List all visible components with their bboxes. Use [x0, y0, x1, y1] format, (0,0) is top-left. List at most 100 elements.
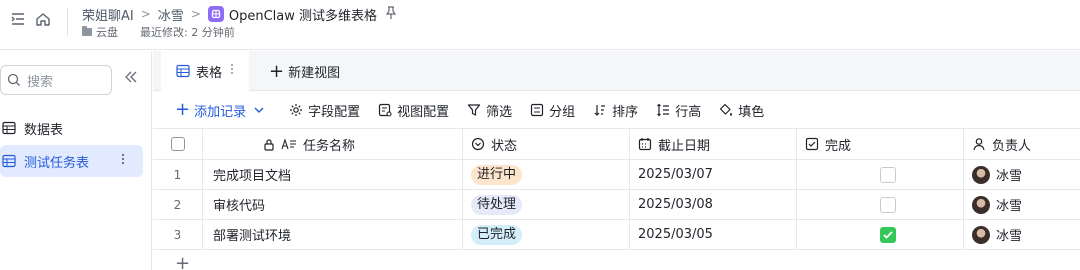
sidebar-item-data-table[interactable]: 数据表 — [0, 112, 143, 144]
breadcrumb-root[interactable]: 荣姐聊AI — [82, 5, 134, 24]
group-button[interactable]: 分组 — [530, 101, 575, 120]
owner-name: 冰雪 — [996, 169, 1023, 184]
column-header-due-date[interactable]: 截止日期 — [630, 129, 797, 159]
new-view-button[interactable]: + 新建视图 — [269, 62, 340, 81]
task-name-cell[interactable]: 完成项目文档 — [203, 160, 463, 189]
owner-name: 冰雪 — [996, 199, 1023, 214]
column-header-status[interactable]: 状态 — [463, 129, 630, 159]
header-divider — [67, 8, 68, 36]
chevron-down-icon[interactable] — [254, 106, 264, 114]
last-modified: 最近修改: 2 分钟前 — [140, 26, 235, 39]
avatar — [972, 195, 990, 214]
doc-location[interactable]: 云盘 — [96, 24, 118, 40]
doc-meta: 云盘 最近修改: 2 分钟前 — [82, 24, 235, 40]
breadcrumb-folder[interactable]: 冰雪 — [158, 5, 184, 24]
chevron-right-icon: > — [140, 7, 151, 21]
grid-view-icon — [176, 64, 190, 78]
view-tabbar: 表格 + 新建视图 — [153, 51, 1080, 91]
due-date-cell[interactable]: 2025/03/08 — [630, 190, 797, 219]
chevron-right-icon: > — [190, 7, 201, 21]
home-icon[interactable] — [35, 11, 53, 29]
done-checkbox[interactable] — [880, 196, 896, 213]
more-icon[interactable] — [121, 153, 133, 169]
checkmark-icon — [883, 230, 893, 239]
row-height-button[interactable]: 行高 — [656, 101, 701, 120]
fill-color-button[interactable]: 填色 — [719, 101, 764, 120]
field-config-label: 字段配置 — [308, 104, 361, 120]
person-icon — [973, 138, 985, 151]
folder-icon — [82, 26, 92, 36]
checkbox-field-icon — [805, 137, 819, 151]
table-icon — [2, 121, 16, 135]
sidebar-item-label: 测试任务表 — [24, 155, 90, 171]
collapse-sidebar-icon[interactable] — [124, 71, 138, 87]
table-row[interactable]: 1 完成项目文档 进行中 2025/03/07 冰雪 — [153, 160, 1080, 190]
table-icon — [2, 154, 16, 168]
tab-grid-view[interactable]: 表格 — [161, 51, 249, 91]
select-all-cell[interactable] — [153, 129, 203, 159]
filter-icon — [468, 104, 481, 116]
gear-icon — [290, 104, 303, 116]
owner-cell[interactable]: 冰雪 — [964, 220, 1080, 249]
due-date-cell[interactable]: 2025/03/05 — [630, 220, 797, 249]
status-badge: 进行中 — [471, 164, 523, 185]
column-header-label: 完成 — [825, 138, 852, 154]
view-config-button[interactable]: 视图配置 — [378, 101, 449, 120]
filter-button[interactable]: 筛选 — [467, 101, 512, 120]
filter-label: 筛选 — [486, 104, 513, 120]
select-all-checkbox[interactable] — [170, 137, 185, 151]
search-input[interactable]: 搜索 — [0, 65, 112, 95]
group-label: 分组 — [549, 104, 576, 120]
column-header-label: 状态 — [491, 138, 518, 154]
sort-button[interactable]: 排序 — [593, 101, 638, 120]
column-header-owner[interactable]: 负责人 — [964, 129, 1080, 159]
task-name-cell[interactable]: 审核代码 — [203, 190, 463, 219]
table-row[interactable]: 2 审核代码 待处理 2025/03/08 冰雪 — [153, 190, 1080, 220]
bitable-icon — [207, 6, 224, 22]
table-row[interactable]: 3 部署测试环境 已完成 2025/03/05 冰雪 — [153, 220, 1080, 250]
done-cell[interactable] — [797, 190, 964, 219]
owner-name: 冰雪 — [996, 229, 1023, 244]
tab-more-icon[interactable] — [230, 63, 240, 79]
owner-cell[interactable]: 冰雪 — [964, 160, 1080, 189]
due-date-cell[interactable]: 2025/03/07 — [630, 160, 797, 189]
task-name-cell[interactable]: 部署测试环境 — [203, 220, 463, 249]
done-checkbox[interactable] — [880, 226, 896, 243]
done-cell[interactable] — [797, 160, 964, 189]
sidebar-item-test-tasks[interactable]: 测试任务表 — [0, 145, 143, 177]
status-cell[interactable]: 已完成 — [463, 220, 630, 249]
doc-title[interactable]: OpenClaw 测试多维表格 — [229, 5, 377, 24]
view-config-label: 视图配置 — [397, 104, 450, 120]
sort-icon — [594, 105, 606, 116]
avatar — [972, 225, 990, 244]
tab-label: 表格 — [196, 65, 223, 81]
main-area: 表格 + 新建视图 + 添加记录 字段配置 视图配置 筛选 分组 排序 行高 填… — [153, 51, 1080, 270]
status-cell[interactable]: 待处理 — [463, 190, 630, 219]
add-row-icon[interactable]: + — [175, 255, 190, 270]
field-config-button[interactable]: 字段配置 — [289, 101, 360, 120]
view-settings-icon — [379, 103, 392, 117]
pin-icon[interactable] — [385, 5, 397, 23]
status-badge: 待处理 — [471, 194, 523, 215]
new-view-label: 新建视图 — [288, 66, 341, 81]
breadcrumb: 荣姐聊AI > 冰雪 > OpenClaw 测试多维表格 — [82, 4, 397, 24]
done-checkbox[interactable] — [880, 166, 896, 183]
status-badge: 已完成 — [471, 224, 523, 245]
single-select-icon — [471, 137, 485, 151]
calendar-icon — [638, 138, 652, 151]
menu-expand-icon[interactable] — [10, 11, 28, 29]
column-header-task-name[interactable]: 任务名称 — [203, 129, 463, 159]
column-header-label: 任务名称 — [303, 138, 356, 154]
status-cell[interactable]: 进行中 — [463, 160, 630, 189]
add-record-label: 添加记录 — [194, 104, 247, 120]
add-record-button[interactable]: + 添加记录 — [175, 101, 269, 120]
owner-cell[interactable]: 冰雪 — [964, 190, 1080, 219]
column-header-label: 截止日期 — [658, 138, 711, 154]
row-number: 2 — [153, 190, 203, 219]
group-icon — [531, 103, 544, 117]
text-field-icon — [281, 138, 296, 150]
column-header-done[interactable]: 完成 — [797, 129, 964, 159]
top-bar: 荣姐聊AI > 冰雪 > OpenClaw 测试多维表格 云盘 最近修改: 2 … — [0, 0, 1080, 50]
done-cell[interactable] — [797, 220, 964, 249]
lock-icon — [264, 138, 274, 151]
